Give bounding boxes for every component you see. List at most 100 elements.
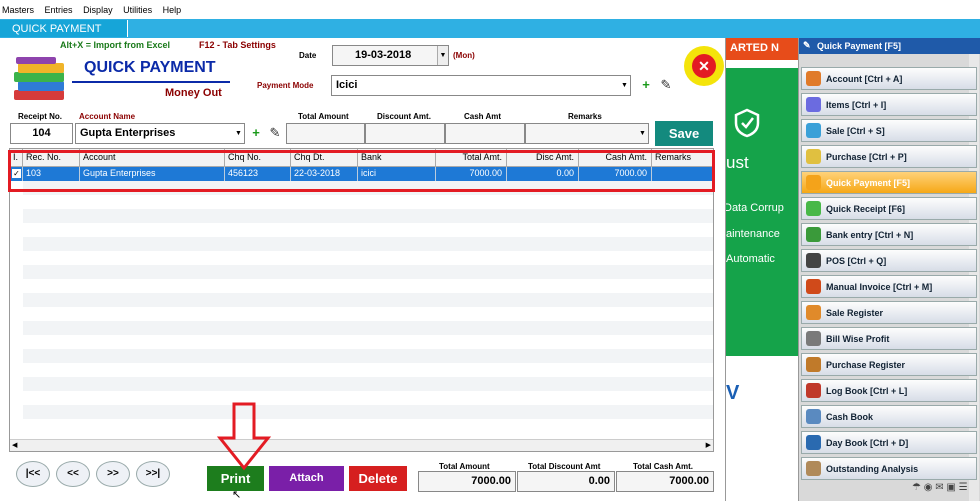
payment-mode-select[interactable]: Icici	[331, 75, 631, 96]
sidebar-item-day-book[interactable]: Day Book [Ctrl + D]	[801, 431, 977, 454]
outstanding-analysis-icon	[806, 461, 821, 476]
ad-text-1: ust	[726, 153, 749, 172]
sidebar-item-outstanding-analysis[interactable]: Outstanding Analysis	[801, 457, 977, 480]
payments-grid: I. Rec. No. Account Chq No. Chq Dt. Bank…	[9, 148, 714, 452]
sidebar-item-label: Outstanding Analysis	[826, 464, 919, 474]
sidebar-item-quick-receipt[interactable]: Quick Receipt [F6]	[801, 197, 977, 220]
day-label: (Mon)	[453, 51, 475, 60]
sidebar-header: ✎ Quick Payment [F5]	[799, 38, 980, 54]
tab-settings-hint: F12 - Tab Settings	[199, 40, 276, 50]
sidebar-item-account[interactable]: Account [Ctrl + A]	[801, 67, 977, 90]
menu-bar: Masters Entries Display Utilities Help	[0, 0, 980, 19]
sidebar-item-label: Sale Register	[826, 308, 884, 318]
sidebar-item-cash-book[interactable]: Cash Book	[801, 405, 977, 428]
ad-text-3: aintenance	[726, 228, 780, 240]
sale-register-icon	[806, 305, 821, 320]
sale-icon	[806, 123, 821, 138]
quick-payment-icon	[806, 175, 821, 190]
close-button[interactable]: ✕	[684, 46, 724, 86]
menu-help[interactable]: Help	[163, 5, 182, 15]
status-tray: ☂ ◉ ✉ ▣ ☰	[912, 482, 980, 496]
purchase-register-icon	[806, 357, 821, 372]
menu-display[interactable]: Display	[83, 5, 113, 15]
sidebar-item-pos[interactable]: POS [Ctrl + Q]	[801, 249, 977, 272]
total-cash-footer-field: 7000.00	[616, 471, 714, 492]
sidebar-item-label: Day Book [Ctrl + D]	[826, 438, 909, 448]
account-name-label: Account Name	[79, 112, 136, 121]
page-subtitle: Money Out	[165, 87, 222, 99]
receipt-no-field[interactable]: 104	[10, 123, 73, 144]
sidebar-item-manual-invoice[interactable]: Manual Invoice [Ctrl + M]	[801, 275, 977, 298]
edit-account-icon[interactable]: ✎	[267, 125, 283, 141]
items-icon	[806, 97, 821, 112]
sidebar-item-label: Account [Ctrl + A]	[826, 74, 903, 84]
nav-prev-button[interactable]: <<	[56, 461, 90, 487]
shield-icon	[734, 108, 760, 138]
tab-quick-payment[interactable]: QUICK PAYMENT	[0, 20, 128, 37]
discount-amt-label: Discount Amt.	[377, 112, 431, 121]
date-field[interactable]: 19-03-2018	[332, 45, 449, 66]
attach-button[interactable]: Attach	[269, 466, 344, 491]
title-underline	[72, 81, 230, 83]
delete-button[interactable]: Delete	[349, 466, 407, 491]
date-dropdown-icon[interactable]: ▼	[437, 46, 448, 65]
menu-entries[interactable]: Entries	[45, 5, 73, 15]
sidebar-item-bill-wise-profit[interactable]: Bill Wise Profit	[801, 327, 977, 350]
sidebar-item-label: Bank entry [Ctrl + N]	[826, 230, 914, 240]
tray-icons: ☂ ◉ ✉ ▣ ☰	[912, 482, 968, 493]
date-label: Date	[299, 51, 317, 60]
account-icon	[806, 71, 821, 86]
sidebar-item-label: Cash Book	[826, 412, 874, 422]
ad-bottom-area: V	[726, 356, 798, 501]
highlight-frame	[8, 150, 715, 192]
menu-utilities[interactable]: Utilities	[123, 5, 152, 15]
sidebar-item-log-book[interactable]: Log Book [Ctrl + L]	[801, 379, 977, 402]
manual-invoice-icon	[806, 279, 821, 294]
sidebar-item-sale[interactable]: Sale [Ctrl + S]	[801, 119, 977, 142]
sidebar-item-label: Quick Payment [F5]	[826, 178, 911, 188]
sidebar-item-label: Items [Ctrl + I]	[826, 100, 887, 110]
nav-next-button[interactable]: >>	[96, 461, 130, 487]
sidebar-item-purchase-register[interactable]: Purchase Register	[801, 353, 977, 376]
menu-masters[interactable]: Masters	[2, 5, 34, 15]
sidebar-item-label: Manual Invoice [Ctrl + M]	[826, 282, 933, 292]
nav-last-button[interactable]: >>|	[136, 461, 170, 487]
sidebar-item-label: Log Book [Ctrl + L]	[826, 386, 908, 396]
empty-rows	[23, 181, 713, 433]
scroll-right-icon[interactable]: ▶	[706, 441, 711, 449]
ad-top-area	[726, 60, 798, 68]
scroll-left-icon[interactable]: ◀	[12, 441, 17, 449]
payment-mode-dropdown-icon[interactable]: ▼	[619, 76, 630, 95]
sidebar-item-sale-register[interactable]: Sale Register	[801, 301, 977, 324]
cash-amt-field[interactable]	[445, 123, 525, 144]
sidebar-item-quick-payment[interactable]: Quick Payment [F5]	[801, 171, 977, 194]
account-dropdown-icon[interactable]: ▼	[233, 124, 244, 143]
remarks-dropdown-icon[interactable]: ▼	[637, 124, 648, 143]
page-title: QUICK PAYMENT	[84, 59, 216, 76]
add-payment-mode-icon[interactable]: +	[638, 77, 654, 93]
bank-entry-icon	[806, 227, 821, 242]
total-discount-footer-field: 0.00	[517, 471, 615, 492]
nav-first-button[interactable]: |<<	[16, 461, 50, 487]
total-amount-footer-field: 7000.00	[418, 471, 516, 492]
total-amount-footer-label: Total Amount	[439, 462, 490, 471]
edit-payment-mode-icon[interactable]: ✎	[658, 77, 674, 93]
total-amount-label: Total Amount	[298, 112, 349, 121]
ad-panel: ARTED N ust Data Corrup aintenance Autom…	[726, 38, 798, 501]
grid-hscrollbar[interactable]: ◀ ▶	[10, 439, 713, 451]
total-amount-field[interactable]	[286, 123, 365, 144]
mouse-cursor-icon: ↖	[232, 489, 242, 501]
add-account-icon[interactable]: +	[248, 125, 264, 141]
sidebar-item-bank-entry[interactable]: Bank entry [Ctrl + N]	[801, 223, 977, 246]
ad-text-4: Automatic	[726, 253, 775, 265]
import-hint: Alt+X = Import from Excel	[60, 40, 171, 50]
quick-payment-form: Alt+X = Import from Excel F12 - Tab Sett…	[0, 38, 726, 501]
save-button[interactable]: Save	[655, 121, 713, 146]
ad-banner: ARTED N	[726, 38, 798, 60]
day-book-icon	[806, 435, 821, 450]
sidebar-item-purchase[interactable]: Purchase [Ctrl + P]	[801, 145, 977, 168]
sidebar-item-items[interactable]: Items [Ctrl + I]	[801, 93, 977, 116]
discount-amt-field[interactable]	[365, 123, 445, 144]
account-name-field[interactable]: Gupta Enterprises	[75, 123, 245, 144]
remarks-field[interactable]	[525, 123, 649, 144]
